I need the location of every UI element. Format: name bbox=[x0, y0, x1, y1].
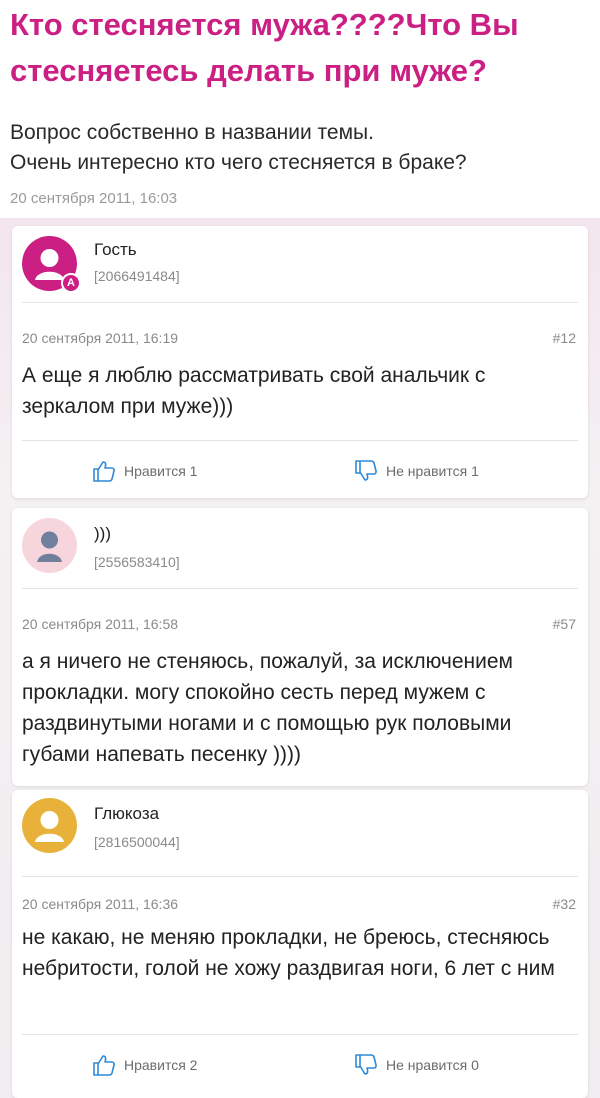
like-button[interactable]: Нравится 1 bbox=[92, 460, 197, 482]
avatar[interactable]: A bbox=[22, 236, 81, 293]
topic-date: 20 сентября 2011, 16:03 bbox=[10, 190, 178, 207]
author-name[interactable]: Гость bbox=[94, 240, 137, 260]
comment-card: A Гость [2066491484] 20 сентября 2011, 1… bbox=[12, 226, 588, 498]
post-number[interactable]: #12 bbox=[553, 330, 576, 346]
topic-title: Кто стесняется мужа????Что Вы стесняетес… bbox=[10, 7, 519, 88]
comment-card: Глюкоза [2816500044] 20 сентября 2011, 1… bbox=[12, 790, 588, 1098]
post-text: не какаю, не меняю прокладки, не бреюсь,… bbox=[22, 926, 555, 980]
dislike-button[interactable]: Не нравится 1 bbox=[354, 460, 479, 482]
guest-badge: A bbox=[61, 273, 81, 293]
thumbs-down-icon bbox=[355, 1054, 377, 1075]
author-id: [2556583410] bbox=[94, 554, 180, 570]
divider bbox=[22, 302, 578, 303]
topic-body-line: Очень интересно кто чего стесняется в бр… bbox=[10, 151, 467, 174]
post-text: А еще я люблю рассматривать свой анальчи… bbox=[22, 364, 486, 418]
topic-body: Вопрос собственно в названии темы. Очень… bbox=[10, 118, 590, 178]
thumbs-down-icon bbox=[355, 460, 377, 481]
dislike-label: Не нравится 1 bbox=[386, 463, 479, 479]
avatar[interactable] bbox=[22, 798, 77, 853]
thumbs-up-icon bbox=[93, 461, 115, 482]
like-label: Нравится 1 bbox=[124, 463, 198, 479]
post-text: а я ничего не стеняюсь, пожалуй, за искл… bbox=[22, 650, 513, 766]
like-label: Нравится 2 bbox=[124, 1057, 198, 1073]
divider bbox=[22, 440, 578, 441]
user-silhouette-icon bbox=[22, 518, 77, 573]
topic-body-line: Вопрос собственно в названии темы. bbox=[10, 121, 374, 144]
divider bbox=[22, 588, 578, 589]
dislike-button[interactable]: Не нравится 0 bbox=[354, 1054, 479, 1076]
post-date: 20 сентября 2011, 16:19 bbox=[22, 330, 179, 346]
divider bbox=[22, 876, 578, 877]
user-silhouette-icon bbox=[22, 798, 77, 853]
post-number[interactable]: #57 bbox=[553, 616, 576, 632]
author-id: [2816500044] bbox=[94, 834, 180, 850]
like-button[interactable]: Нравится 2 bbox=[92, 1054, 197, 1076]
divider bbox=[22, 1034, 578, 1035]
post-date: 20 сентября 2011, 16:58 bbox=[22, 616, 179, 632]
author-name[interactable]: Глюкоза bbox=[94, 804, 159, 824]
author-name[interactable]: ))) bbox=[94, 524, 111, 544]
thumbs-up-icon bbox=[93, 1055, 115, 1076]
dislike-label: Не нравится 0 bbox=[386, 1057, 479, 1073]
comment-card: ))) [2556583410] 20 сентября 2011, 16:58… bbox=[12, 508, 588, 786]
author-id: [2066491484] bbox=[94, 268, 180, 284]
post-date: 20 сентября 2011, 16:36 bbox=[22, 896, 179, 912]
avatar[interactable] bbox=[22, 518, 77, 573]
post-number[interactable]: #32 bbox=[553, 896, 576, 912]
